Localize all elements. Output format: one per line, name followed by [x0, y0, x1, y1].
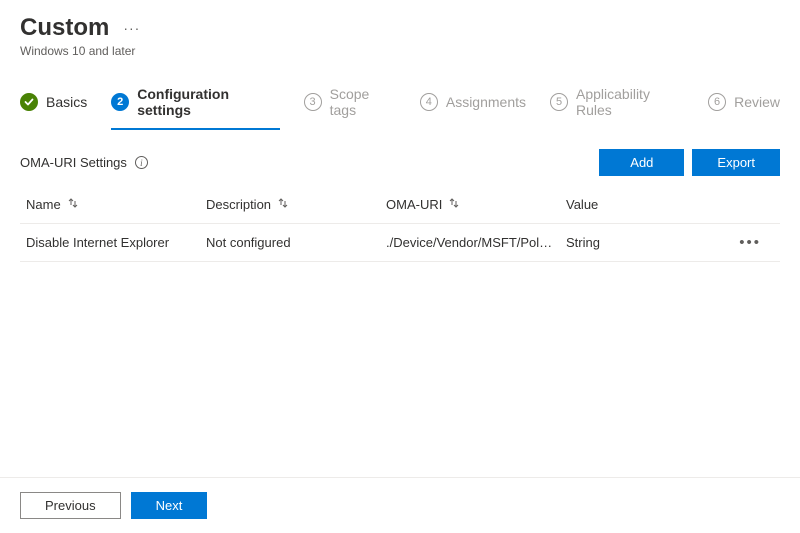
oma-uri-table: Name Description OMA-URI Value Disable I… [0, 186, 800, 262]
column-label: Description [206, 197, 271, 212]
checkmark-icon [20, 93, 38, 111]
page-subtitle: Windows 10 and later [20, 44, 780, 58]
column-label: Name [26, 197, 61, 212]
more-actions-icon[interactable]: ··· [123, 20, 140, 36]
sort-icon [277, 197, 289, 212]
column-label: OMA-URI [386, 197, 442, 212]
step-assignments[interactable]: 4 Assignments [420, 93, 526, 123]
step-applicability-rules[interactable]: 5 Applicability Rules [550, 86, 684, 130]
step-label: Applicability Rules [576, 86, 684, 118]
section-title: OMA-URI Settings [20, 155, 127, 170]
table-row[interactable]: Disable Internet Explorer Not configured… [20, 224, 780, 262]
add-button[interactable]: Add [599, 149, 684, 176]
page-header: Custom ··· Windows 10 and later [0, 0, 800, 64]
column-header-oma-uri[interactable]: OMA-URI [380, 189, 560, 220]
section-toolbar: OMA-URI Settings i Add Export [0, 131, 800, 186]
wizard-footer: Previous Next [0, 477, 800, 533]
cell-oma-uri: ./Device/Vendor/MSFT/Polic... [380, 227, 560, 258]
column-header-name[interactable]: Name [20, 189, 200, 220]
step-label: Configuration settings [137, 86, 279, 118]
step-configuration-settings[interactable]: 2 Configuration settings [111, 86, 279, 130]
column-label: Value [566, 197, 598, 212]
sort-icon [67, 197, 79, 212]
sort-icon [448, 197, 460, 212]
step-scope-tags[interactable]: 3 Scope tags [304, 86, 396, 130]
step-number-icon: 4 [420, 93, 438, 111]
step-label: Scope tags [330, 86, 396, 118]
step-label: Assignments [446, 94, 526, 110]
wizard-stepper: Basics 2 Configuration settings 3 Scope … [0, 64, 800, 131]
step-number-icon: 6 [708, 93, 726, 111]
table-header-row: Name Description OMA-URI Value [20, 186, 780, 224]
step-number-icon: 5 [550, 93, 568, 111]
step-number-icon: 2 [111, 93, 129, 111]
step-number-icon: 3 [304, 93, 322, 111]
column-header-description[interactable]: Description [200, 189, 380, 220]
previous-button[interactable]: Previous [20, 492, 121, 519]
export-button[interactable]: Export [692, 149, 780, 176]
column-header-value[interactable]: Value [560, 189, 725, 220]
info-icon[interactable]: i [135, 156, 148, 169]
row-more-icon[interactable]: ••• [725, 234, 765, 251]
step-label: Review [734, 94, 780, 110]
step-basics[interactable]: Basics [20, 93, 87, 123]
cell-value: String [560, 227, 725, 258]
step-label: Basics [46, 94, 87, 110]
next-button[interactable]: Next [131, 492, 208, 519]
page-title: Custom [20, 14, 109, 42]
cell-name: Disable Internet Explorer [20, 227, 200, 258]
cell-description: Not configured [200, 227, 380, 258]
step-review[interactable]: 6 Review [708, 93, 780, 123]
